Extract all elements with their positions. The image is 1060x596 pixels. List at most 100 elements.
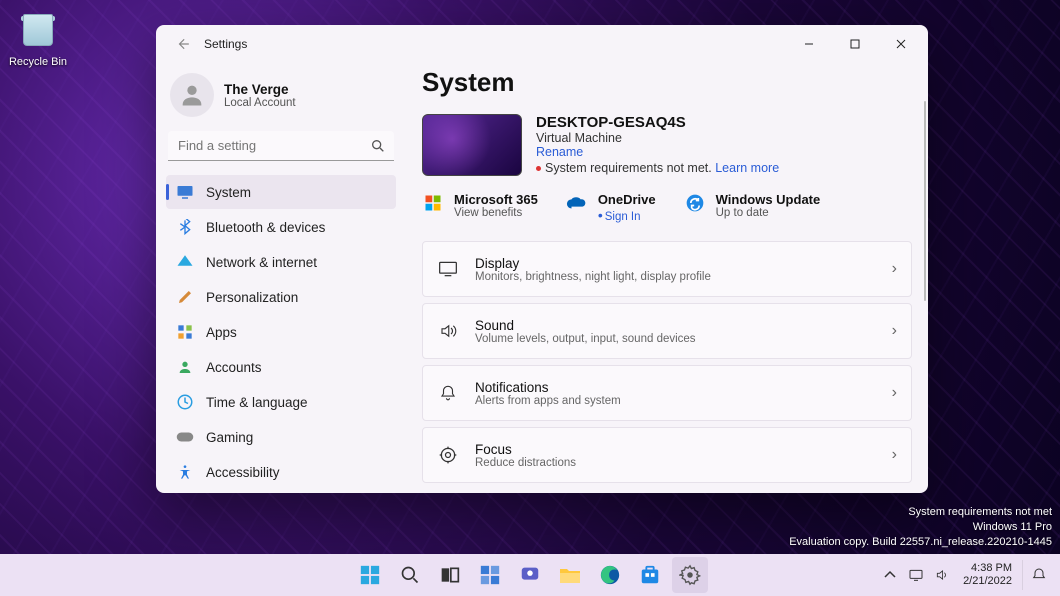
tray-volume-icon[interactable] xyxy=(931,560,953,590)
user-name: The Verge xyxy=(224,82,296,97)
main-panel: System DESKTOP-GESAQ4S Virtual Machine R… xyxy=(406,63,928,493)
chevron-right-icon: › xyxy=(892,384,897,402)
edge-button[interactable] xyxy=(592,557,628,593)
widgets-button[interactable] xyxy=(472,557,508,593)
avatar-icon xyxy=(170,73,214,117)
back-button[interactable] xyxy=(168,29,198,59)
card-sub: Reduce distractions xyxy=(475,457,876,469)
recycle-bin-label: Recycle Bin xyxy=(8,56,68,68)
watermark-line: Evaluation copy. Build 22557.ni_release.… xyxy=(789,535,1052,550)
device-info: DESKTOP-GESAQ4S Virtual Machine Rename S… xyxy=(422,114,912,176)
search-taskbar-button[interactable] xyxy=(392,557,428,593)
scrollbar[interactable] xyxy=(924,101,926,301)
sound-icon xyxy=(437,322,459,340)
wifi-icon xyxy=(176,253,194,271)
status-row: Microsoft 365View benefits OneDrive•Sign… xyxy=(422,184,912,241)
sidebar-item-apps[interactable]: Apps xyxy=(166,315,396,349)
requirements-text: System requirements not met. xyxy=(545,161,712,175)
chat-button[interactable] xyxy=(512,557,548,593)
bluetooth-icon xyxy=(176,218,194,236)
learn-more-link[interactable]: Learn more xyxy=(715,161,779,175)
page-title: System xyxy=(422,67,912,98)
sidebar-item-accessibility[interactable]: Accessibility xyxy=(166,455,396,489)
clock-time: 4:38 PM xyxy=(963,562,1012,575)
sidebar-item-gaming[interactable]: Gaming xyxy=(166,420,396,454)
system-tray: 4:38 PM 2/21/2022 xyxy=(879,560,1060,590)
bell-icon xyxy=(437,383,459,403)
settings-window: Settings The Verge Local Account xyxy=(156,25,928,493)
back-arrow-icon xyxy=(176,37,190,51)
desktop-watermark: System requirements not met Windows 11 P… xyxy=(789,505,1052,550)
device-name: DESKTOP-GESAQ4S xyxy=(536,114,779,131)
card-display[interactable]: DisplayMonitors, brightness, night light… xyxy=(422,241,912,297)
apps-icon xyxy=(176,323,194,341)
sidebar-item-network[interactable]: Network & internet xyxy=(166,245,396,279)
card-title: Notifications xyxy=(475,380,876,395)
tray-network-icon[interactable] xyxy=(905,560,927,590)
sidebar-item-time-language[interactable]: Time & language xyxy=(166,385,396,419)
card-sound[interactable]: SoundVolume levels, output, input, sound… xyxy=(422,303,912,359)
card-notifications[interactable]: NotificationsAlerts from apps and system… xyxy=(422,365,912,421)
sidebar-item-label: System xyxy=(206,185,251,200)
sidebar-nav: System Bluetooth & devices Network & int… xyxy=(166,175,396,489)
tray-chevron-up-icon[interactable] xyxy=(879,560,901,590)
sidebar-item-system[interactable]: System xyxy=(166,175,396,209)
sidebar-item-label: Personalization xyxy=(206,290,298,305)
card-focus[interactable]: FocusReduce distractions › xyxy=(422,427,912,483)
focus-icon xyxy=(437,445,459,465)
display-icon xyxy=(437,260,459,278)
gamepad-icon xyxy=(176,428,194,446)
titlebar: Settings xyxy=(156,25,928,63)
onedrive-sub: Sign In xyxy=(605,211,641,223)
card-sub: Monitors, brightness, night light, displ… xyxy=(475,271,876,283)
monitor-icon xyxy=(176,183,194,201)
search-icon xyxy=(370,138,386,154)
file-explorer-button[interactable] xyxy=(552,557,588,593)
card-title: Sound xyxy=(475,318,876,333)
minimize-button[interactable] xyxy=(786,29,832,59)
device-thumbnail[interactable] xyxy=(422,114,522,176)
onedrive-button[interactable]: OneDrive•Sign In xyxy=(566,192,656,223)
brush-icon xyxy=(176,288,194,306)
recycle-bin-icon xyxy=(18,14,58,54)
card-title: Display xyxy=(475,256,876,271)
window-title: Settings xyxy=(204,37,247,51)
watermark-line: System requirements not met xyxy=(789,505,1052,520)
taskbar: 4:38 PM 2/21/2022 xyxy=(0,554,1060,596)
recycle-bin-desktop-icon[interactable]: Recycle Bin xyxy=(8,8,68,68)
sidebar-item-bluetooth[interactable]: Bluetooth & devices xyxy=(166,210,396,244)
globe-clock-icon xyxy=(176,393,194,411)
sidebar-item-label: Gaming xyxy=(206,430,253,445)
device-type: Virtual Machine xyxy=(536,131,779,145)
close-button[interactable] xyxy=(878,29,924,59)
microsoft365-button[interactable]: Microsoft 365View benefits xyxy=(422,192,538,223)
settings-cards: DisplayMonitors, brightness, night light… xyxy=(422,241,912,483)
store-button[interactable] xyxy=(632,557,668,593)
sidebar-item-label: Bluetooth & devices xyxy=(206,220,325,235)
search-input[interactable] xyxy=(168,131,394,161)
windows-update-icon xyxy=(684,192,706,214)
onedrive-title: OneDrive xyxy=(598,192,656,207)
chevron-right-icon: › xyxy=(892,322,897,340)
sidebar-item-personalization[interactable]: Personalization xyxy=(166,280,396,314)
card-title: Focus xyxy=(475,442,876,457)
sidebar-item-label: Apps xyxy=(206,325,237,340)
sidebar-item-label: Accessibility xyxy=(206,465,280,480)
sidebar-item-accounts[interactable]: Accounts xyxy=(166,350,396,384)
card-sub: Volume levels, output, input, sound devi… xyxy=(475,333,876,345)
sidebar-item-label: Time & language xyxy=(206,395,308,410)
chevron-right-icon: › xyxy=(892,260,897,278)
start-button[interactable] xyxy=(352,557,388,593)
maximize-button[interactable] xyxy=(832,29,878,59)
notification-center-button[interactable] xyxy=(1022,560,1054,590)
rename-link[interactable]: Rename xyxy=(536,145,779,159)
sidebar: The Verge Local Account System Bluetooth… xyxy=(156,63,406,493)
onedrive-icon xyxy=(566,192,588,214)
winupdate-title: Windows Update xyxy=(716,192,821,207)
microsoft365-icon xyxy=(422,192,444,214)
user-account-button[interactable]: The Verge Local Account xyxy=(166,69,396,131)
windows-update-button[interactable]: Windows UpdateUp to date xyxy=(684,192,821,223)
task-view-button[interactable] xyxy=(432,557,468,593)
taskbar-clock[interactable]: 4:38 PM 2/21/2022 xyxy=(957,562,1018,588)
settings-taskbar-button[interactable] xyxy=(672,557,708,593)
